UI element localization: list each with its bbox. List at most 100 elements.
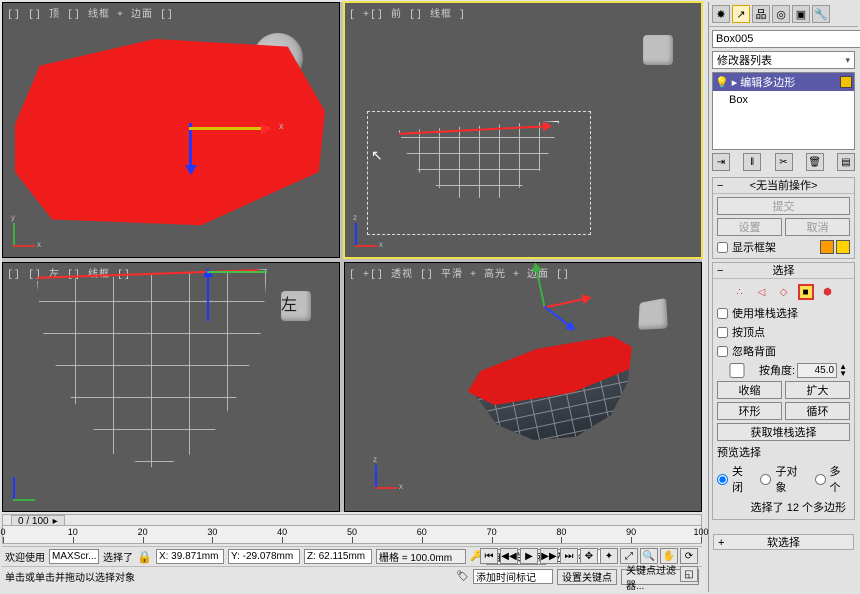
mesh-front-wire xyxy=(399,121,559,201)
expand-icon[interactable]: ▸ xyxy=(732,76,738,89)
coord-x-field[interactable]: X: 39.871mm xyxy=(156,549,224,564)
ring-button[interactable]: 环形 xyxy=(717,402,782,420)
configure-icon[interactable]: ▤ xyxy=(837,153,855,171)
goto-start-icon[interactable]: ⏮ xyxy=(480,548,498,564)
settings-button[interactable]: 设置 xyxy=(717,218,782,236)
preview-multi-radio[interactable] xyxy=(815,474,826,485)
gizmo-x-axis[interactable] xyxy=(543,297,588,309)
time-ruler[interactable]: 0102030405060708090100 xyxy=(3,525,701,543)
make-unique-icon[interactable]: ✂ xyxy=(775,153,793,171)
nav-orbit-icon[interactable]: ⟳ xyxy=(680,548,698,564)
tab-hierarchy-icon[interactable]: 品 xyxy=(752,5,770,23)
gizmo-y-axis[interactable] xyxy=(189,123,192,173)
ruler-label: 40 xyxy=(277,527,287,537)
viewport-left[interactable]: [] [] 左 [] 线框 [] 左 xyxy=(2,262,340,512)
grid-field: 栅格 = 100.0mm xyxy=(376,549,466,564)
ruler-label: 80 xyxy=(556,527,566,537)
cage-color-1[interactable] xyxy=(820,240,834,254)
rollout-header[interactable]: 选择 xyxy=(713,263,854,279)
pin-stack-icon[interactable]: ⇥ xyxy=(712,153,730,171)
maxscript-field[interactable]: MAXScr... xyxy=(49,549,99,564)
gizmo-y-axis[interactable] xyxy=(207,271,267,273)
tab-create-icon[interactable]: ✸ xyxy=(712,5,730,23)
grow-button[interactable]: 扩大 xyxy=(785,381,850,399)
modifier-dropdown-label: 修改器列表 xyxy=(717,52,772,68)
next-frame-icon[interactable]: ▶▶ xyxy=(540,548,558,564)
rollout-current-op: <无当前操作> 提交 设置 取消 显示框架 xyxy=(712,177,855,259)
loop-button[interactable]: 循环 xyxy=(785,402,850,420)
tripod-x xyxy=(13,245,35,247)
stack-item-label: Box xyxy=(729,94,748,106)
viewport-perspective[interactable]: [ +[] 透视 [] 平滑 + 高光 + 边面 [] x z xyxy=(344,262,702,512)
rollout-header[interactable]: + 软选择 xyxy=(713,534,854,550)
tab-utilities-icon[interactable]: 🔧 xyxy=(812,5,830,23)
goto-end-icon[interactable]: ⏭ xyxy=(560,548,578,564)
subobject-row: ∴ ◁ ◇ ■ ⬢ xyxy=(717,282,850,302)
nav-zoom-icon[interactable]: 🔍 xyxy=(640,548,658,564)
tab-motion-icon[interactable]: ◎ xyxy=(772,5,790,23)
by-vertex-checkbox[interactable] xyxy=(717,327,728,338)
gizmo-y-axis[interactable] xyxy=(544,306,574,330)
nav-icon-2[interactable]: ✦ xyxy=(600,548,618,564)
subobj-polygon-icon[interactable]: ■ xyxy=(798,284,814,300)
stack-item-box[interactable]: Box xyxy=(713,91,854,109)
selection-status: 选择了 12 个多边形 xyxy=(717,498,850,516)
show-cage-checkbox[interactable] xyxy=(717,242,728,253)
nav-pan-icon[interactable]: ✋ xyxy=(660,548,678,564)
lock-icon[interactable]: 🔒 xyxy=(137,550,152,564)
viewcube-left[interactable]: 左 xyxy=(281,291,311,321)
prev-frame-icon[interactable]: ◀◀ xyxy=(500,548,518,564)
modifier-dropdown[interactable]: 修改器列表 xyxy=(712,51,855,69)
tab-display-icon[interactable]: ▣ xyxy=(792,5,810,23)
nav-max-icon[interactable]: ◱ xyxy=(680,566,698,582)
subobj-border-icon[interactable]: ◇ xyxy=(776,284,792,300)
time-slider[interactable]: 0 / 100 0102030405060708090100 xyxy=(2,514,702,544)
spinner-arrows-icon[interactable]: ▲▼ xyxy=(839,363,847,377)
cancel-button[interactable]: 取消 xyxy=(785,218,850,236)
by-angle-label: 按角度: xyxy=(759,362,795,378)
viewport-front[interactable]: [ +[] 前 [] 线框 ] ↖ x z xyxy=(344,2,702,258)
viewcube-persp[interactable] xyxy=(638,298,668,330)
gizmo-z-axis[interactable] xyxy=(207,271,209,321)
use-stack-sel-checkbox[interactable] xyxy=(717,308,728,319)
tab-modify-icon[interactable]: ↗ xyxy=(732,5,750,23)
rollout-title: <无当前操作> xyxy=(750,180,818,192)
subobj-element-icon[interactable]: ⬢ xyxy=(820,284,836,300)
mesh-perspective xyxy=(460,322,661,477)
stack-item-label: 编辑多边形 xyxy=(740,74,837,90)
ignore-back-checkbox[interactable] xyxy=(717,346,728,357)
remove-mod-icon[interactable]: 🗑 xyxy=(806,153,824,171)
subobj-edge-icon[interactable]: ◁ xyxy=(754,284,770,300)
coord-y-field[interactable]: Y: -29.078mm xyxy=(228,549,300,564)
play-icon[interactable]: ▶ xyxy=(520,548,538,564)
rollout-soft-sel: + 软选择 xyxy=(708,530,858,590)
bulb-icon[interactable]: 💡 xyxy=(715,76,729,89)
get-stack-sel-button[interactable]: 获取堆栈选择 xyxy=(717,423,850,441)
modifier-stack[interactable]: 💡 ▸ 编辑多边形 Box xyxy=(712,72,855,150)
viewport-top[interactable]: [] [] 顶 [] 线框 + 边面 [] 上 x x y xyxy=(2,2,340,258)
coord-z-field[interactable]: Z: 62.115mm xyxy=(304,549,372,564)
preview-off-radio[interactable] xyxy=(717,474,728,485)
stack-item-editpoly[interactable]: 💡 ▸ 编辑多边形 xyxy=(713,73,854,91)
rollout-header[interactable]: <无当前操作> xyxy=(713,178,854,194)
viewport-top-label: [] [] 顶 [] 线框 + 边面 [] xyxy=(7,5,174,21)
preview-sub-radio[interactable] xyxy=(760,474,771,485)
cage-color-2[interactable] xyxy=(836,240,850,254)
nav-icon-3[interactable]: ⤢ xyxy=(620,548,638,564)
show-cage-row: 显示框架 xyxy=(717,239,850,255)
gizmo-x-axis[interactable] xyxy=(189,127,269,130)
axis-tripod: x z xyxy=(375,459,405,489)
object-name-input[interactable] xyxy=(712,30,860,48)
show-end-result-icon[interactable]: ‖ xyxy=(743,153,761,171)
subobj-vertex-icon[interactable]: ∴ xyxy=(732,284,748,300)
angle-spinner[interactable] xyxy=(797,363,837,378)
viewcube-front[interactable] xyxy=(643,35,673,65)
commit-button[interactable]: 提交 xyxy=(717,197,850,215)
viewport-grid: [] [] 顶 [] 线框 + 边面 [] 上 x x y [ +[] 前 []… xyxy=(2,2,702,512)
shrink-button[interactable]: 收缩 xyxy=(717,381,782,399)
time-tag-icon[interactable]: 🏷 xyxy=(456,571,469,582)
show-cage-label: 显示框架 xyxy=(732,239,776,255)
stack-button-row: ⇥ ‖ ✂ 🗑 ▤ xyxy=(712,153,855,171)
by-angle-checkbox[interactable] xyxy=(717,363,757,378)
nav-icon-1[interactable]: ✥ xyxy=(580,548,598,564)
